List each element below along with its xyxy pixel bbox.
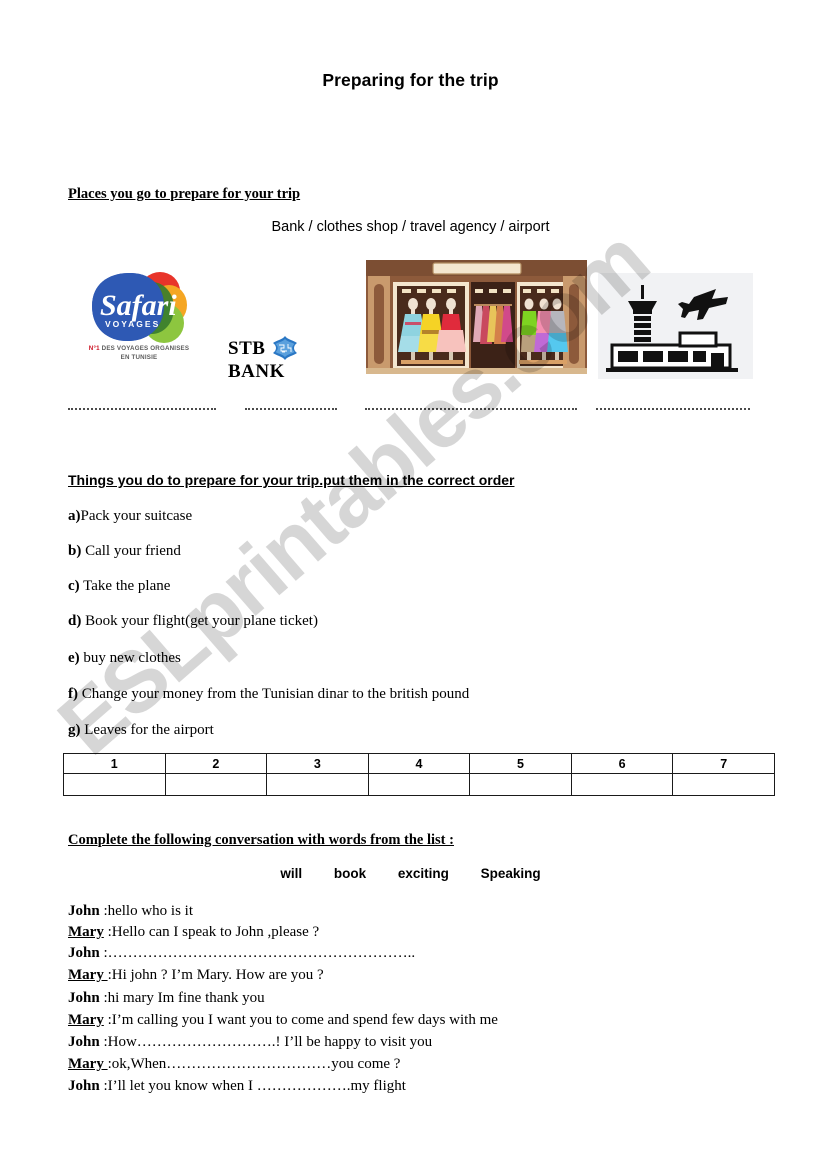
dialogue-speaker: Mary [68, 1012, 104, 1028]
page-title: Preparing for the trip [322, 70, 499, 90]
task-item: b) Call your friend [68, 543, 181, 560]
table-answer-cell[interactable] [469, 773, 572, 796]
dialogue-text[interactable]: :…………………………………………………….. [100, 945, 415, 961]
table-header-cell: 1 [63, 753, 166, 774]
task-letter: d) [68, 613, 82, 629]
task-letter: b) [68, 543, 82, 559]
table-row-headers: 1 2 3 4 5 6 7 [63, 753, 775, 774]
dialogue-text: :hello who is it [99, 903, 194, 919]
task-letter: f) [68, 686, 78, 702]
dialogue-line: John :…………………………………………………….. [68, 945, 415, 962]
table-header-cell: 5 [469, 753, 572, 774]
table-header-cell: 7 [672, 753, 775, 774]
place-answer-line-4[interactable] [596, 408, 750, 410]
task-text: Call your friend [85, 543, 181, 559]
dialogue-line: Mary :ok,When……………………………you come ? [68, 1056, 400, 1073]
task-item: f) Change your money from the Tunisian d… [68, 686, 469, 703]
dialogue-speaker: Mary [68, 967, 108, 983]
dialogue-speaker: Mary [68, 1056, 108, 1072]
dialogue-text: :Hello can I speak to John ,please ? [103, 924, 320, 940]
bank-logo: STB BANK [228, 335, 354, 382]
dialogue-line: John :I’ll let you know when I ……………….my… [68, 1078, 406, 1095]
place-answer-line-3[interactable] [365, 408, 577, 410]
dialogue-line: John :hello who is it [68, 903, 193, 920]
clothes-shop-photo [363, 256, 590, 378]
places-section-heading: Places you go to prepare for your trip [68, 186, 301, 202]
table-answer-cell[interactable] [570, 773, 674, 796]
conversation-section-heading: Complete the following conversation with… [68, 832, 454, 848]
task-letter: c) [68, 578, 80, 594]
bank-logo-right-word: BANK [228, 361, 285, 382]
dialogue-speaker: John [68, 903, 100, 919]
task-letter: g) [68, 722, 81, 738]
word-bank-item: will [280, 866, 303, 881]
dialogue-line: John :How……………………….! I’ll be happy to vi… [68, 1034, 432, 1051]
table-header-cell: 3 [266, 753, 369, 774]
dialogue-text: :I’m calling you I want you to come and … [103, 1012, 498, 1028]
places-image-row: Safari VOYAGES N°1 DES VOYAGES ORGANISES… [0, 253, 821, 388]
order-section-heading: Things you do to prepare for your trip.p… [68, 472, 515, 488]
travel-agency-tagline: N°1 DES VOYAGES ORGANISES EN TUNISIE [78, 344, 200, 362]
order-answer-table: 1 2 3 4 5 6 7 [63, 753, 775, 796]
svg-text:VOYAGES: VOYAGES [105, 319, 160, 329]
dialogue-speaker: John [68, 1078, 100, 1094]
table-header-cell: 6 [570, 753, 674, 774]
table-row-answers [63, 773, 775, 796]
svg-text:Safari: Safari [100, 289, 177, 322]
table-answer-cell[interactable] [63, 773, 166, 796]
dialogue-text: :hi mary Im fine thank you [99, 990, 265, 1006]
task-item: c) Take the plane [68, 578, 170, 595]
place-answer-line-2[interactable] [245, 408, 337, 410]
bank-logo-left-word: STB [228, 338, 266, 359]
dialogue-line: Mary :Hello can I speak to John ,please … [68, 924, 319, 941]
worksheet-page: Preparing for the trip Places you go to … [0, 0, 821, 1161]
travel-agency-tagline-line2: EN TUNISIE [120, 354, 158, 361]
dialogue-text: :Hi john ? I’m Mary. How are you ? [107, 967, 324, 983]
task-item: e) buy new clothes [68, 650, 181, 667]
word-bank-item: exciting [397, 866, 449, 881]
dialogue-text[interactable]: :ok,When……………………………you come ? [108, 1056, 401, 1072]
places-options-line: Bank / clothes shop / travel agency / ai… [271, 219, 550, 235]
dialogue-speaker: John [68, 1034, 100, 1050]
task-text: Take the plane [83, 578, 171, 594]
dialogue-line: John :hi mary Im fine thank you [68, 990, 265, 1007]
table-answer-cell[interactable] [672, 773, 775, 796]
task-text: Pack your suitcase [80, 508, 193, 524]
dialogue-line: Mary :I’m calling you I want you to come… [68, 1012, 498, 1029]
bank-medallion-icon [273, 336, 298, 360]
dialogue-speaker: Mary [68, 924, 104, 940]
travel-agency-tagline-rest: DES VOYAGES ORGANISES [99, 345, 190, 352]
task-item: g) Leaves for the airport [68, 722, 214, 739]
dialogue-text[interactable]: :I’ll let you know when I ……………….my flig… [100, 1078, 405, 1094]
dialogue-text[interactable]: :How……………………….! I’ll be happy to visit y… [100, 1034, 432, 1050]
task-text: Leaves for the airport [84, 722, 214, 738]
place-answer-line-1[interactable] [68, 408, 216, 410]
task-text: buy new clothes [83, 650, 181, 666]
dialogue-speaker: John [68, 990, 100, 1006]
task-item: d) Book your flight(get your plane ticke… [68, 613, 318, 630]
task-text: Change your money from the Tunisian dina… [81, 686, 470, 702]
task-letter: a) [68, 508, 81, 524]
table-header-cell: 4 [367, 753, 471, 774]
table-answer-cell[interactable] [266, 773, 369, 796]
task-item: a)Pack your suitcase [68, 508, 192, 525]
word-bank-item: Speaking [480, 866, 541, 881]
dialogue-speaker: John [68, 945, 100, 961]
travel-agency-tagline-n1: N°1 [88, 345, 100, 352]
word-bank: will book exciting Speaking [0, 866, 821, 881]
table-answer-cell[interactable] [164, 773, 268, 796]
dialogue-line: Mary :Hi john ? I’m Mary. How are you ? [68, 967, 324, 984]
airport-icon [598, 273, 753, 379]
word-bank-item: book [333, 866, 367, 881]
table-header-cell: 2 [164, 753, 268, 774]
task-text: Book your flight(get your plane ticket) [85, 613, 318, 629]
task-letter: e) [68, 650, 80, 666]
table-answer-cell[interactable] [367, 773, 471, 796]
